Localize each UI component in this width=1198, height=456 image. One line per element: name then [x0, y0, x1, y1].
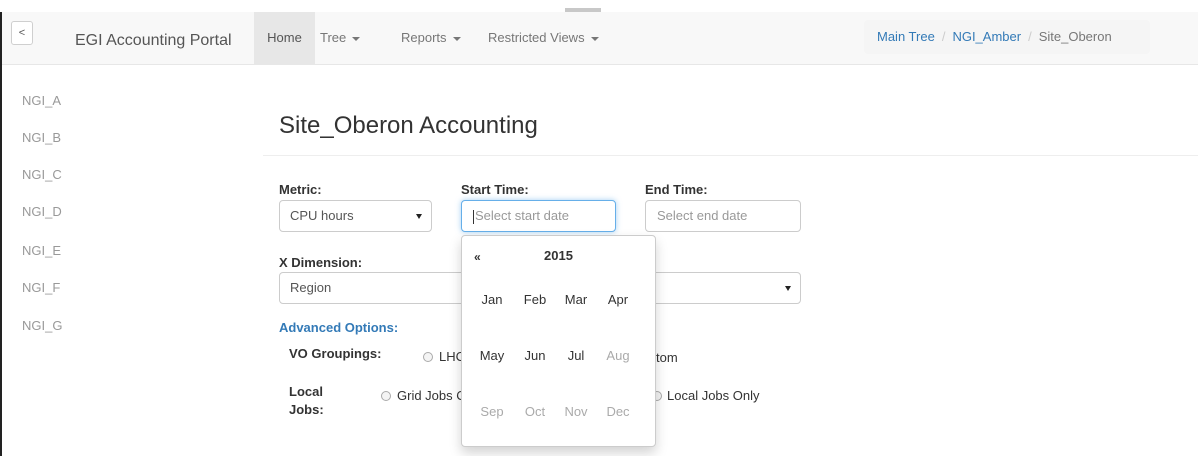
window-left-border: [0, 12, 2, 456]
collapse-sidebar-button[interactable]: <: [11, 21, 33, 45]
window-top-edge: [0, 0, 1198, 12]
month-jan[interactable]: Jan: [475, 292, 509, 307]
month-oct: Oct: [524, 404, 546, 419]
sidebar-item-ngi-b[interactable]: NGI_B: [22, 130, 61, 145]
start-date-placeholder: Select start date: [475, 208, 569, 223]
end-date-placeholder: Select end date: [657, 208, 748, 223]
month-aug: Aug: [606, 348, 630, 363]
breadcrumb-main-tree[interactable]: Main Tree: [877, 29, 935, 44]
nav-restricted-views-label: Restricted Views: [488, 30, 585, 45]
metric-select-value: CPU hours: [290, 208, 354, 223]
nav-tree-label: Tree: [320, 30, 347, 45]
x-dimension-label: X Dimension:: [279, 255, 363, 270]
month-jun[interactable]: Jun: [518, 348, 552, 363]
nav-restricted-views[interactable]: Restricted Views: [488, 12, 599, 64]
grid-jobs-radio[interactable]: [381, 391, 391, 401]
breadcrumb: Main Tree / NGI_Amber / Site_Oberon: [864, 20, 1150, 54]
brand-title[interactable]: EGI Accounting Portal: [75, 32, 232, 50]
month-feb[interactable]: Feb: [518, 292, 552, 307]
end-date-input[interactable]: Select end date: [645, 200, 801, 232]
sidebar-item-ngi-a[interactable]: NGI_A: [22, 93, 61, 108]
sidebar-item-ngi-g[interactable]: NGI_G: [22, 318, 62, 333]
month-jul[interactable]: Jul: [559, 348, 593, 363]
x-dimension-value: Region: [290, 280, 332, 295]
datepicker-year[interactable]: 2015: [544, 248, 573, 263]
top-navbar: < EGI Accounting Portal Home Tree Report…: [2, 12, 1198, 65]
nav-tree[interactable]: Tree: [320, 12, 361, 64]
start-date-input[interactable]: Select start date: [461, 200, 616, 232]
nav-reports[interactable]: Reports: [401, 12, 461, 64]
month-datepicker: « 2015 Jan Feb Mar Apr May Jun Jul Aug Sep Oct Nov…: [461, 235, 656, 447]
local-jobs-label-line2: Jobs:: [289, 402, 324, 417]
breadcrumb-ngi-amber[interactable]: NGI_Amber: [952, 29, 1021, 44]
nav-reports-label: Reports: [401, 30, 447, 45]
month-dec: Dec: [606, 404, 630, 419]
caret-down-icon: [590, 36, 599, 41]
vo-groupings-label: VO Groupings:: [289, 346, 382, 361]
sidebar-item-ngi-c[interactable]: NGI_C: [22, 167, 62, 182]
advanced-options-link[interactable]: Advanced Options:: [279, 320, 398, 335]
nav-home-label: Home: [267, 30, 302, 45]
sidebar-item-ngi-e[interactable]: NGI_E: [22, 243, 61, 258]
select-arrow-icon: [416, 214, 422, 219]
select-arrow-icon: [785, 286, 791, 291]
vo-custom-label: tom: [656, 350, 678, 365]
page-title: Site_Oberon Accounting: [279, 112, 538, 139]
start-time-label: Start Time:: [461, 182, 529, 197]
month-sep: Sep: [480, 404, 504, 419]
end-time-label: End Time:: [645, 182, 708, 197]
prev-year-button[interactable]: «: [474, 250, 481, 264]
month-nov: Nov: [564, 404, 588, 419]
local-jobs-only-label: Local Jobs Only: [667, 388, 760, 403]
caret-down-icon: [452, 36, 461, 41]
metric-select[interactable]: CPU hours: [279, 200, 432, 232]
caret-down-icon: [352, 36, 361, 41]
nav-home[interactable]: Home: [254, 12, 315, 64]
title-divider: [263, 155, 1198, 156]
breadcrumb-current: Site_Oberon: [1038, 29, 1112, 44]
grid-jobs-label: Grid Jobs C: [397, 388, 466, 403]
sidebar-item-ngi-f[interactable]: NGI_F: [22, 280, 60, 295]
text-cursor: [473, 209, 474, 224]
month-apr[interactable]: Apr: [601, 292, 635, 307]
vo-lhc-radio[interactable]: [423, 352, 433, 362]
metric-label: Metric:: [279, 182, 322, 197]
month-may[interactable]: May: [475, 348, 509, 363]
month-mar[interactable]: Mar: [559, 292, 593, 307]
sidebar-item-ngi-d[interactable]: NGI_D: [22, 204, 62, 219]
local-jobs-label-line1: Local: [289, 384, 323, 399]
